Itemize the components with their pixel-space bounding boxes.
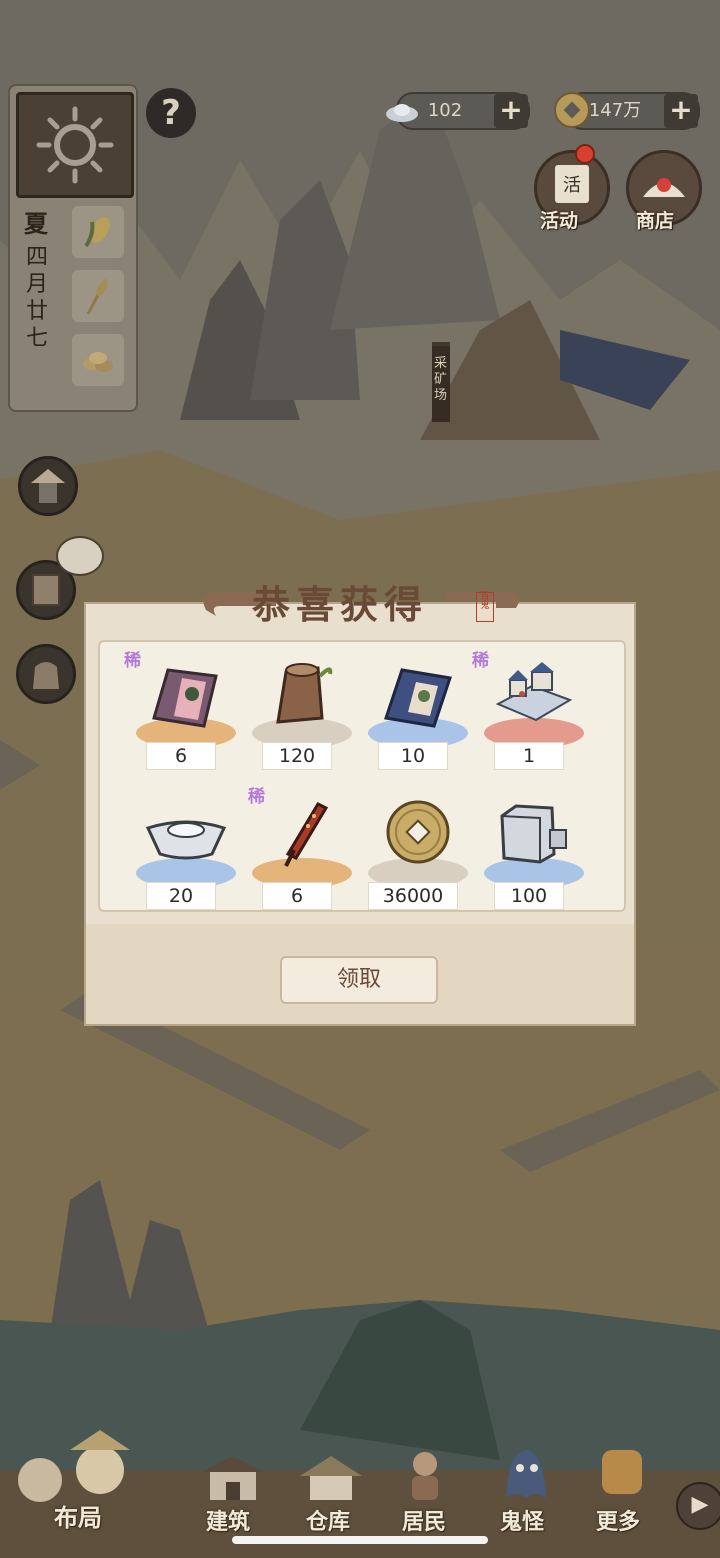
nav-warehouse[interactable]: 仓库 xyxy=(306,1504,350,1536)
reward-item: 20 xyxy=(132,786,244,916)
shop-label: 商店 xyxy=(636,210,675,232)
activity-notification-dot xyxy=(575,144,595,164)
item-count: 36000 xyxy=(368,882,458,910)
wheat-slot[interactable] xyxy=(72,270,124,322)
corn-icon xyxy=(84,217,110,248)
stone-block-icon xyxy=(500,804,567,864)
nav-build[interactable]: 建筑 xyxy=(206,1504,250,1536)
speech-bubble-icon xyxy=(56,536,104,576)
reward-item: 10 xyxy=(364,646,476,776)
reward-item: 36000 xyxy=(364,786,476,916)
title-seal: 百鬼 xyxy=(476,592,494,622)
silver-resource: 102 + xyxy=(386,92,530,130)
reward-item: 稀 1 xyxy=(472,646,592,776)
building-icon xyxy=(202,1456,264,1500)
beans-slot[interactable] xyxy=(72,334,124,386)
nav-layout[interactable]: 布局 xyxy=(54,1498,102,1533)
nav-residents[interactable]: 居民 xyxy=(402,1504,446,1536)
item-count: 6 xyxy=(146,742,216,770)
calendar-panel: 夏 四月 廿七 xyxy=(8,84,138,412)
claim-button[interactable]: 领取 xyxy=(280,956,438,1004)
more-lantern-icon xyxy=(602,1450,642,1494)
item-count: 1 xyxy=(494,742,564,770)
date-label: 四月 廿七 xyxy=(26,245,49,351)
ghost-icon xyxy=(506,1450,546,1498)
add-silver-button[interactable]: + xyxy=(494,94,528,128)
reward-item: 100 xyxy=(480,786,592,916)
rare-tag: 稀 xyxy=(248,787,265,807)
corn-slot[interactable] xyxy=(72,206,124,258)
reward-item: 稀 6 xyxy=(124,646,244,776)
nav-more[interactable]: 更多 xyxy=(596,1504,640,1536)
help-button[interactable]: ? xyxy=(146,88,196,138)
character-button[interactable] xyxy=(18,456,78,516)
building-model-icon xyxy=(495,662,573,722)
wood-log-icon xyxy=(276,663,333,724)
bag-button[interactable] xyxy=(16,644,76,704)
item-count: 20 xyxy=(146,882,216,910)
item-count: 10 xyxy=(378,742,448,770)
straw-hat-character-icon xyxy=(31,469,65,503)
svg-text:活: 活 xyxy=(563,175,581,196)
home-indicator xyxy=(232,1536,488,1544)
rare-tag: 稀 xyxy=(124,651,141,671)
sun-icon xyxy=(36,106,114,184)
coin-resource: 147万 + xyxy=(554,92,700,130)
mine-sign: 采矿场 xyxy=(434,356,448,403)
activity-label: 活动 xyxy=(540,210,579,232)
silver-ingot-icon xyxy=(145,820,227,860)
weather-panel[interactable] xyxy=(16,92,134,198)
nav-ghosts[interactable]: 鬼怪 xyxy=(500,1504,544,1536)
wheat-icon xyxy=(86,279,108,315)
nav-expand-arrow-icon[interactable]: ▶ xyxy=(676,1482,720,1530)
copper-coin-icon xyxy=(386,800,450,864)
resident-icon xyxy=(412,1452,438,1500)
item-count: 100 xyxy=(494,882,564,910)
add-coins-button[interactable]: + xyxy=(664,94,698,128)
warehouse-icon xyxy=(300,1456,362,1500)
firecracker-icon xyxy=(284,802,329,867)
coin-count: 147万 xyxy=(588,100,642,121)
silver-count: 102 xyxy=(427,100,463,121)
reward-item: 稀 6 xyxy=(248,786,360,916)
item-count: 120 xyxy=(262,742,332,770)
season-label: 夏 xyxy=(24,210,48,238)
bag-icon xyxy=(33,662,59,689)
blue-book-icon xyxy=(384,668,452,728)
beans-icon xyxy=(83,352,113,372)
rare-tag: 稀 xyxy=(472,651,489,671)
portrait-book-icon xyxy=(152,668,218,728)
item-count: 6 xyxy=(262,882,332,910)
dialog-title: 恭喜获得 xyxy=(252,582,429,627)
reward-item: 120 xyxy=(248,646,360,776)
